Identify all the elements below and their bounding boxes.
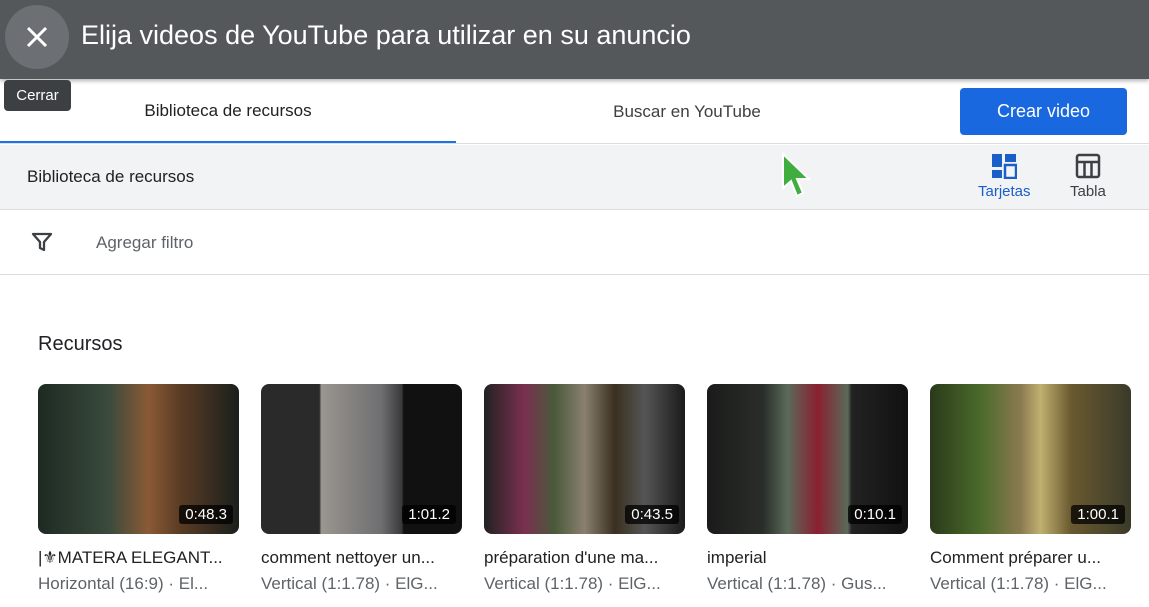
dialog-header: Elija videos de YouTube para utilizar en… [0,0,1149,79]
duration-badge: 0:43.5 [625,505,679,524]
video-title: comment nettoyer un... [261,548,435,567]
filter-icon[interactable] [31,231,53,253]
video-title: préparation d'une ma... [484,548,659,567]
cards-icon [992,154,1018,179]
video-subtitle: Horizontal (16:9) · El... [38,574,209,593]
duration-badge: 1:01.2 [402,505,456,524]
video-thumbnail: 1:00.1 [930,384,1131,534]
table-icon [1075,153,1101,179]
duration-badge: 0:10.1 [848,505,902,524]
view-cards-button[interactable]: Tarjetas [978,153,1031,200]
close-tooltip: Cerrar [4,80,71,111]
video-card[interactable]: 0:43.5 préparation d'une ma... Vertical … [484,384,685,594]
video-title: |⚜MATERA ELEGANT... [38,548,223,567]
video-card[interactable]: 1:01.2 comment nettoyer un... Vertical (… [261,384,462,594]
view-table-label: Tabla [1070,183,1106,200]
video-subtitle: Vertical (1:1.78) · ElG... [484,574,661,593]
duration-badge: 1:00.1 [1071,505,1125,524]
view-table-button[interactable]: Tabla [1070,153,1106,200]
video-card[interactable]: 0:48.3 |⚜MATERA ELEGANT... Horizontal (1… [38,384,239,594]
duration-badge: 0:48.3 [179,505,233,524]
divider [0,143,1149,144]
filter-bar[interactable]: Agregar filtro [0,210,1149,275]
video-subtitle: Vertical (1:1.78) · ElG... [930,574,1107,593]
video-title: imperial [707,548,767,567]
video-thumbnail: 0:10.1 [707,384,908,534]
video-card[interactable]: 1:00.1 Comment préparer u... Vertical (1… [930,384,1131,594]
video-subtitle: Vertical (1:1.78) · ElG... [261,574,438,593]
video-card[interactable]: 0:10.1 imperial Vertical (1:1.78) · Gus.… [707,384,908,594]
dialog-title: Elija videos de YouTube para utilizar en… [81,20,691,50]
video-thumbnail: 0:43.5 [484,384,685,534]
close-icon [26,26,48,48]
video-subtitle: Vertical (1:1.78) · Gus... [707,574,887,593]
video-thumbnail: 1:01.2 [261,384,462,534]
video-title: Comment préparer u... [930,548,1102,567]
library-title: Biblioteca de recursos [27,167,195,186]
video-thumbnail: 0:48.3 [38,384,239,534]
section-title: Recursos [38,333,123,355]
close-button[interactable] [5,5,69,69]
tab-search-youtube[interactable]: Buscar en YouTube [456,80,918,144]
create-video-button[interactable]: Crear video [960,88,1127,135]
mouse-pointer-icon [782,152,812,198]
filter-input[interactable]: Agregar filtro [96,233,193,253]
view-cards-label: Tarjetas [978,183,1031,200]
library-bar: Biblioteca de recursos Tarjetas Tabla [0,145,1149,210]
